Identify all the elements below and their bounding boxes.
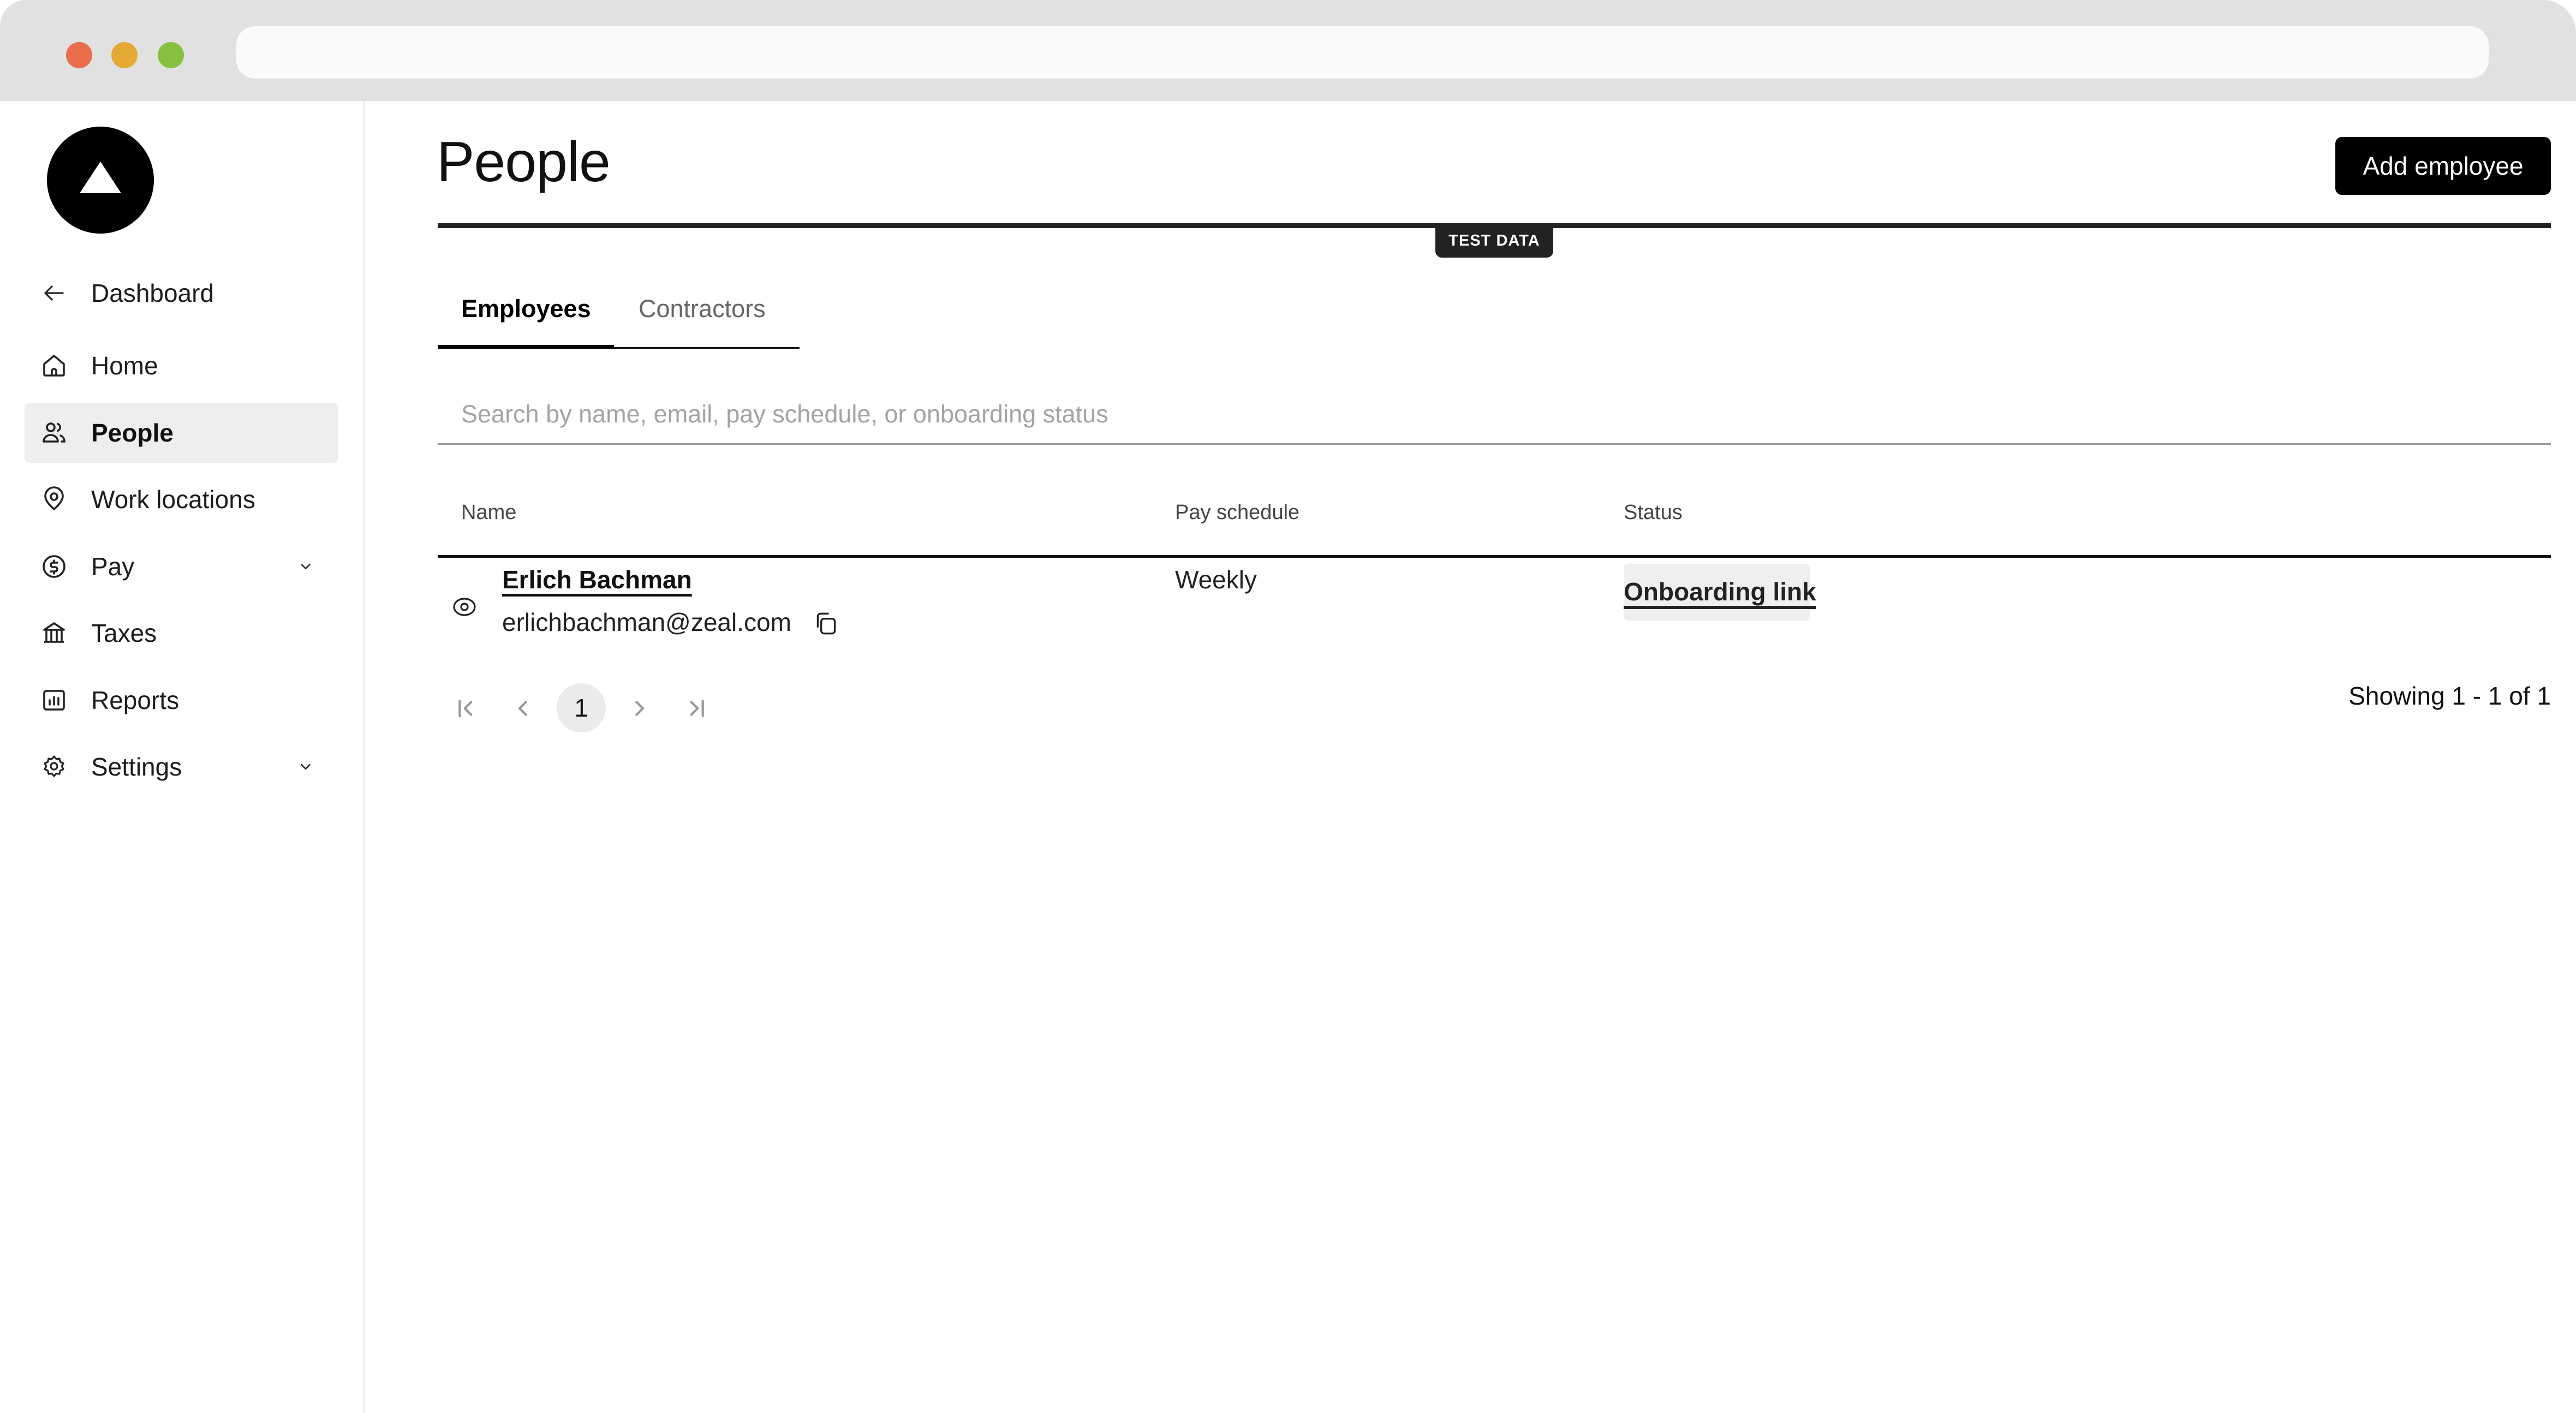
sidebar-item-dashboard[interactable]: Dashboard [25, 263, 338, 323]
sidebar-item-label: Pay [91, 552, 135, 581]
next-page-icon[interactable] [624, 693, 654, 724]
sidebar-item-label: Dashboard [91, 279, 214, 307]
last-page-icon[interactable] [681, 693, 712, 724]
search-input[interactable] [438, 385, 2551, 445]
add-employee-button[interactable]: Add employee [2335, 137, 2551, 195]
tab-employees[interactable]: Employees [461, 295, 591, 323]
sidebar-item-label: People [91, 419, 174, 447]
column-header-name[interactable]: Name [461, 501, 516, 524]
location-pin-icon [44, 486, 64, 510]
url-bar[interactable] [236, 26, 2489, 79]
sidebar-item-label: Settings [91, 753, 182, 781]
onboarding-link[interactable]: Onboarding link [1624, 577, 1816, 606]
test-data-badge: TEST DATA [1435, 224, 1553, 258]
bank-icon [43, 622, 65, 643]
table-header-divider [438, 555, 2551, 558]
first-page-icon[interactable] [451, 693, 481, 724]
previous-page-icon[interactable] [508, 693, 539, 724]
chevron-down-icon[interactable] [297, 558, 314, 575]
tab-contractors[interactable]: Contractors [639, 295, 766, 323]
sidebar-item-label: Taxes [91, 619, 157, 647]
sidebar-item-reports[interactable]: Reports [25, 670, 338, 730]
employee-name-link[interactable]: Erlich Bachman [502, 565, 692, 594]
sidebar-item-label: Reports [91, 686, 180, 714]
active-tab-indicator [438, 345, 614, 349]
employee-email: erlichbachman@zeal.com [502, 608, 791, 636]
sidebar-item-label: Home [91, 351, 158, 380]
sidebar-item-settings[interactable]: Settings [25, 737, 338, 797]
triangle-logo-icon [80, 162, 121, 193]
gear-icon [44, 755, 64, 777]
arrow-left-icon [44, 285, 64, 301]
company-logo[interactable] [47, 127, 154, 234]
chart-box-icon [43, 690, 65, 711]
column-header-status[interactable]: Status [1624, 501, 1683, 524]
page-title: People [437, 130, 611, 194]
sidebar-item-people[interactable]: People [25, 403, 338, 463]
eye-icon[interactable] [451, 594, 478, 620]
window-minimize-button[interactable] [111, 42, 138, 68]
sidebar-item-taxes[interactable]: Taxes [25, 603, 338, 663]
sidebar-item-home[interactable]: Home [25, 336, 338, 396]
window-close-button[interactable] [66, 42, 92, 68]
page-number-current[interactable]: 1 [557, 683, 606, 732]
pagination-summary: Showing 1 - 1 of 1 [2348, 682, 2551, 710]
sidebar-item-label: Work locations [91, 485, 255, 514]
home-icon [43, 355, 65, 377]
copy-icon[interactable] [812, 610, 839, 637]
window-maximize-button[interactable] [158, 42, 184, 68]
sidebar-item-pay[interactable]: Pay [25, 536, 338, 597]
chevron-down-icon[interactable] [297, 759, 314, 775]
sidebar-item-work-locations[interactable]: Work locations [25, 469, 338, 529]
dollar-circle-icon [43, 555, 65, 578]
people-icon [43, 422, 65, 443]
column-header-pay-schedule[interactable]: Pay schedule [1175, 501, 1299, 524]
pay-schedule-value: Weekly [1175, 565, 1257, 594]
